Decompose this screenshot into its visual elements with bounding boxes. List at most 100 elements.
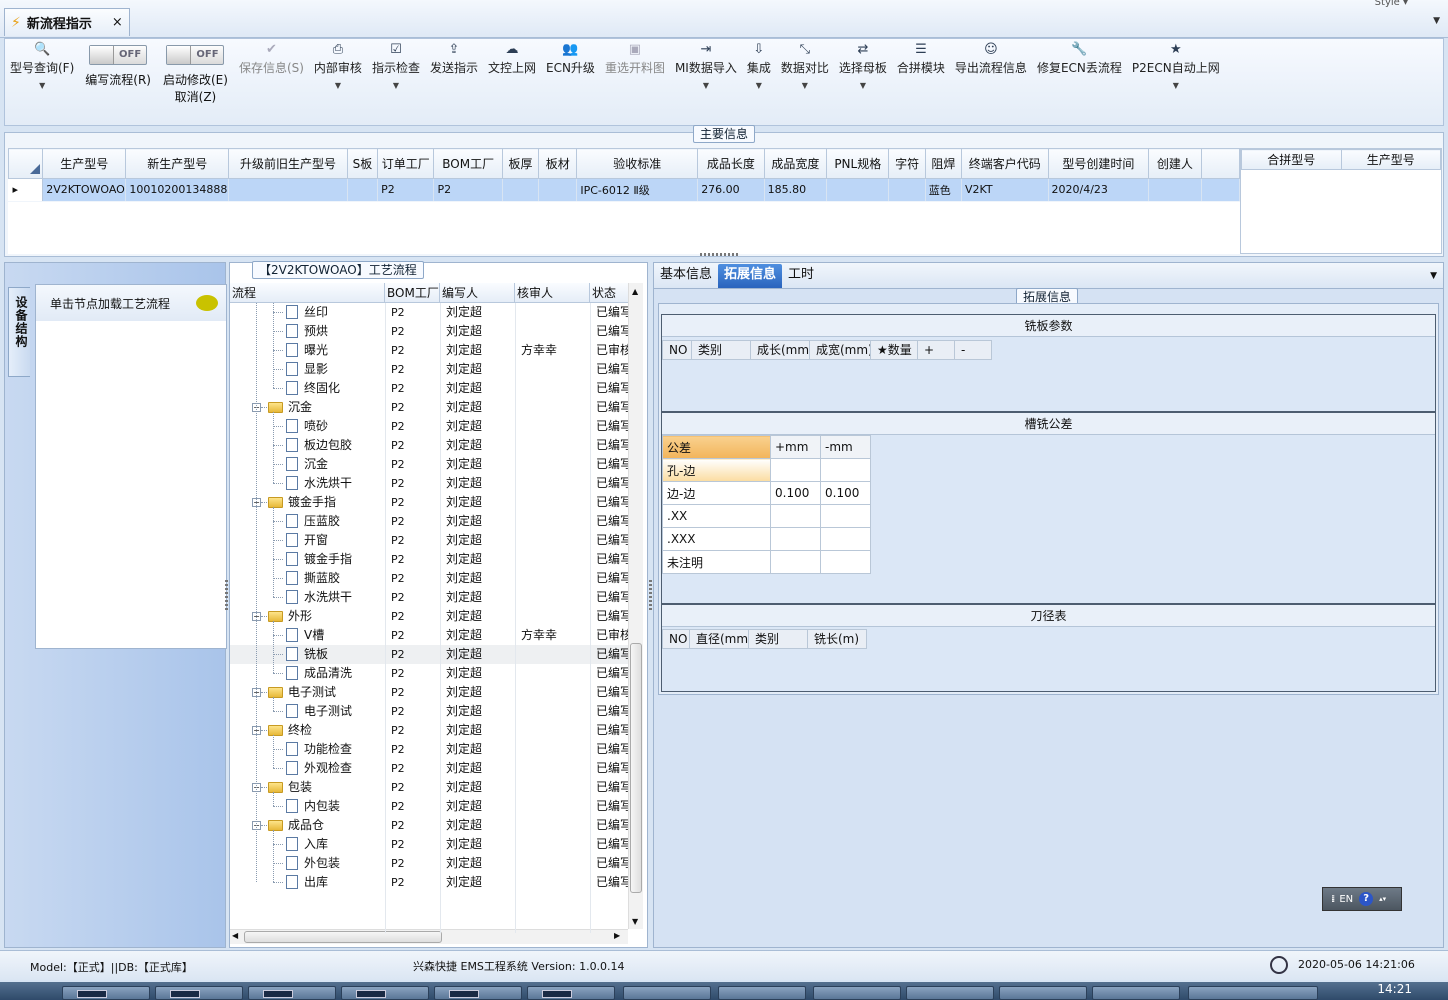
list-item[interactable]: − 沉金 P2 刘定超 已编写 bbox=[230, 398, 628, 417]
taskbar-button[interactable] bbox=[527, 986, 615, 1000]
tab-1[interactable]: 拓展信息 bbox=[718, 264, 783, 288]
chevron-down-icon[interactable]: ▼ bbox=[756, 81, 762, 90]
tab-0[interactable]: 基本信息 bbox=[654, 264, 718, 288]
column-header[interactable]: 直径(mm) bbox=[689, 629, 753, 649]
list-item[interactable]: 电子测试 P2 刘定超 已编写 bbox=[230, 702, 628, 721]
scroll-down-icon[interactable]: ▼ bbox=[632, 917, 638, 926]
column-header[interactable]: 类别 bbox=[748, 629, 808, 649]
column-header[interactable]: NO bbox=[662, 629, 690, 649]
column-header[interactable]: 铣长(m) bbox=[807, 629, 867, 649]
list-item[interactable]: 预烘 P2 刘定超 已编写 bbox=[230, 322, 628, 341]
chevron-down-icon[interactable]: ▼ bbox=[1173, 81, 1179, 90]
column-header[interactable]: 合拼型号 bbox=[1241, 149, 1342, 170]
table-cell[interactable] bbox=[826, 178, 890, 201]
tree-node[interactable]: 出库 bbox=[230, 873, 385, 892]
column-header[interactable]: 成宽(mm) bbox=[809, 340, 873, 360]
toolbar-button-17[interactable]: ★ P2ECN自动上网 ▼ bbox=[1127, 41, 1225, 90]
process-flow-tree[interactable]: 丝印 P2 刘定超 已编写 预烘 P2 刘定超 已编写 曝光 P2 刘定超 方幸幸 已审核 显影 P2 刘定超… bbox=[230, 303, 628, 929]
table-cell[interactable]: P2 bbox=[433, 178, 503, 201]
toolbar-button-10[interactable]: ⇥ MI数据导入 ▼ bbox=[670, 41, 742, 90]
table-cell[interactable]: V2KT bbox=[961, 178, 1049, 201]
chevron-down-icon[interactable]: ▼ bbox=[335, 81, 341, 90]
table-cell[interactable] bbox=[538, 178, 578, 201]
list-item[interactable]: − 包装 P2 刘定超 已编写 bbox=[230, 778, 628, 797]
tree-node[interactable]: − 镀金手指 bbox=[230, 493, 385, 512]
list-item[interactable]: V槽 P2 刘定超 方幸幸 已审核 bbox=[230, 626, 628, 645]
table-row[interactable]: ▸ 2V2KTOWOAO 10010200134888 P2 P2 IPC-6012 Ⅱ级… bbox=[8, 178, 1241, 201]
table-cell[interactable]: IPC-6012 Ⅱ级 bbox=[576, 178, 699, 201]
table-cell[interactable] bbox=[820, 458, 871, 482]
column-header[interactable]: PNL规格 bbox=[826, 148, 890, 179]
taskbar-button[interactable] bbox=[248, 986, 336, 1000]
list-item[interactable]: 喷砂 P2 刘定超 已编写 bbox=[230, 417, 628, 436]
table-cell[interactable] bbox=[820, 527, 871, 551]
tab-2[interactable]: 工时 bbox=[782, 264, 820, 288]
toggle-switch[interactable]: OFF bbox=[89, 45, 148, 65]
tree-node[interactable]: 铣板 bbox=[230, 645, 385, 664]
taskbar-button[interactable] bbox=[718, 986, 806, 1000]
table-cell[interactable] bbox=[347, 178, 379, 201]
toggle-switch[interactable]: OFF bbox=[166, 45, 225, 65]
toolbar-button-5[interactable]: ☑ 指示检查 ▼ bbox=[367, 41, 425, 90]
column-header[interactable]: 创建人 bbox=[1148, 148, 1202, 179]
column-header[interactable]: 验收标准 bbox=[576, 148, 699, 179]
tree-node[interactable]: 镀金手指 bbox=[230, 550, 385, 569]
list-item[interactable]: 铣板 P2 刘定超 已编写 bbox=[230, 645, 628, 664]
table-cell[interactable]: 276.00 bbox=[697, 178, 765, 201]
table-cell[interactable] bbox=[502, 178, 540, 201]
toolbar-button-15[interactable]: ☺ 导出流程信息 bbox=[950, 41, 1032, 77]
tree-node[interactable]: 丝印 bbox=[230, 303, 385, 322]
list-item[interactable]: 丝印 P2 刘定超 已编写 bbox=[230, 303, 628, 322]
tree-node[interactable]: − 沉金 bbox=[230, 398, 385, 417]
toolbar-button-6[interactable]: ⇪ 发送指示 bbox=[425, 41, 483, 77]
tree-node[interactable]: − 包装 bbox=[230, 778, 385, 797]
scroll-left-icon[interactable]: ◀ bbox=[232, 931, 238, 940]
column-header[interactable]: 订单工厂 bbox=[377, 148, 435, 179]
table-cell[interactable] bbox=[770, 550, 821, 574]
list-item[interactable]: 显影 P2 刘定超 已编写 bbox=[230, 360, 628, 379]
column-header[interactable]: 型号创建时间 bbox=[1047, 148, 1150, 179]
toolbar-button-7[interactable]: ☁ 文控上网 bbox=[483, 41, 541, 77]
scroll-right-icon[interactable]: ▶ bbox=[614, 931, 620, 940]
toolbar-button-14[interactable]: ☰ 合拼模块 bbox=[892, 41, 950, 77]
taskbar-button[interactable] bbox=[62, 986, 150, 1000]
list-item[interactable]: − 终检 P2 刘定超 已编写 bbox=[230, 721, 628, 740]
chevron-down-icon[interactable]: ▼ bbox=[39, 81, 45, 90]
table-row[interactable]: .XXX bbox=[662, 527, 871, 551]
column-header[interactable]: 编写人 bbox=[440, 283, 515, 302]
tool-diameter-grid[interactable]: NO 直径(mm) 类别 铣长(m) bbox=[662, 629, 1435, 649]
close-tab-icon[interactable]: × bbox=[112, 15, 123, 30]
tree-node[interactable]: 水洗烘干 bbox=[230, 474, 385, 493]
table-row[interactable]: 未注明 bbox=[662, 550, 871, 574]
column-header[interactable]: 阻焊 bbox=[924, 148, 962, 179]
column-header[interactable]: ★数量 bbox=[870, 340, 918, 360]
table-cell[interactable]: 0.100 bbox=[770, 481, 821, 505]
taskbar-button[interactable] bbox=[813, 986, 901, 1000]
language-indicator[interactable]: EN bbox=[1339, 894, 1353, 905]
combo-model-table[interactable]: 合拼型号 生产型号 bbox=[1240, 148, 1442, 254]
column-header[interactable]: 终端客户代码 bbox=[960, 148, 1049, 179]
table-cell[interactable]: 10010200134888 bbox=[125, 178, 230, 201]
column-header[interactable]: 公差 bbox=[662, 435, 771, 459]
list-item[interactable]: 板边包胶 P2 刘定超 已编写 bbox=[230, 436, 628, 455]
column-header[interactable]: 生产型号 bbox=[42, 148, 127, 179]
column-header[interactable]: NO bbox=[662, 340, 692, 360]
scroll-thumb[interactable] bbox=[630, 643, 642, 893]
table-cell[interactable]: 蓝色 bbox=[925, 178, 962, 201]
column-header[interactable]: 类别 bbox=[691, 340, 751, 360]
column-header[interactable]: 新生产型号 bbox=[125, 148, 230, 179]
table-cell[interactable] bbox=[820, 504, 871, 528]
tree-node[interactable]: 曝光 bbox=[230, 341, 385, 360]
tree-node[interactable]: 沉金 bbox=[230, 455, 385, 474]
list-item[interactable]: 压蓝胶 P2 刘定超 已编写 bbox=[230, 512, 628, 531]
list-item[interactable]: 曝光 P2 刘定超 方幸幸 已审核 bbox=[230, 341, 628, 360]
table-cell[interactable] bbox=[770, 504, 821, 528]
list-item[interactable]: 成品清洗 P2 刘定超 已编写 bbox=[230, 664, 628, 683]
column-header[interactable]: S板 bbox=[346, 148, 379, 179]
list-item[interactable]: 终固化 P2 刘定超 已编写 bbox=[230, 379, 628, 398]
taskbar-button[interactable] bbox=[434, 986, 522, 1000]
tree-node[interactable]: − 成品仓 bbox=[230, 816, 385, 835]
table-row[interactable]: .XX bbox=[662, 504, 871, 528]
list-item[interactable]: 镀金手指 P2 刘定超 已编写 bbox=[230, 550, 628, 569]
list-item[interactable]: − 电子测试 P2 刘定超 已编写 bbox=[230, 683, 628, 702]
